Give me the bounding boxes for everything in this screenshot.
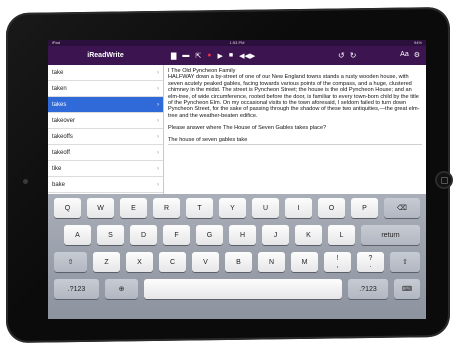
key-o[interactable]: O [318, 198, 345, 218]
key-z[interactable]: Z [93, 252, 120, 272]
key-u[interactable]: U [252, 198, 279, 218]
chevron-right-icon: › [157, 117, 159, 124]
key-v[interactable]: V [192, 252, 219, 272]
document-text-area[interactable]: I The Old Pyncheon Family HALFWAY down a… [164, 65, 426, 194]
chevron-right-icon: › [157, 85, 159, 92]
play-icon[interactable]: ▶ [218, 52, 223, 60]
backspace-key[interactable]: ⌫ [384, 198, 420, 218]
main-content: take › taken › takes › takeover › takeoffs › … [48, 65, 426, 194]
key-c[interactable]: C [159, 252, 186, 272]
list-item[interactable]: bake › [48, 177, 163, 193]
key-l[interactable]: L [328, 225, 355, 245]
globe-icon: ⊕ [118, 286, 125, 293]
key-question-label: ? [368, 255, 373, 262]
return-key[interactable]: return [361, 225, 420, 245]
share-icon[interactable]: ⇱ [195, 52, 201, 60]
key-h[interactable]: H [229, 225, 256, 245]
key-p[interactable]: P [351, 198, 378, 218]
rewind-forward-icon[interactable]: ◀◀▶ [239, 52, 255, 60]
list-item[interactable]: takeoff › [48, 145, 163, 161]
record-icon[interactable]: ● [207, 52, 211, 59]
stop-icon[interactable]: ■ [229, 52, 233, 59]
key-w[interactable]: W [87, 198, 114, 218]
folder-icon[interactable]: ▬ [182, 52, 189, 59]
word-prediction-list: take › taken › takes › takeover › takeoffs › … [48, 65, 164, 194]
key-a[interactable]: A [64, 225, 91, 245]
toolbar-tools: ▇ ▬ ⇱ ● ▶ ■ ◀◀▶ [171, 52, 255, 60]
list-item-label: taken [52, 85, 67, 92]
key-exclaim-comma[interactable]: !, [324, 252, 351, 272]
key-d[interactable]: D [130, 225, 157, 245]
globe-key[interactable]: ⊕ [105, 279, 138, 299]
list-item[interactable]: tike › [48, 161, 163, 177]
key-j[interactable]: J [262, 225, 289, 245]
list-item-label: takeoffs [52, 133, 73, 140]
shift-icon: ⇧ [402, 259, 408, 266]
key-comma-label: , [336, 262, 339, 269]
key-x[interactable]: X [126, 252, 153, 272]
key-r[interactable]: R [153, 198, 180, 218]
list-item[interactable]: take › [48, 65, 163, 81]
key-n[interactable]: N [258, 252, 285, 272]
undo-icon[interactable]: ↺ [338, 51, 345, 60]
backspace-icon: ⌫ [397, 205, 407, 212]
chevron-right-icon: › [157, 69, 159, 76]
settings-icon[interactable]: ⚙ [414, 51, 420, 59]
key-t[interactable]: T [186, 198, 213, 218]
shift-key-left[interactable]: ⇧ [54, 252, 87, 272]
dismiss-keyboard-key[interactable]: ⌨ [394, 279, 420, 299]
numbers-key-left[interactable]: .?123 [54, 279, 99, 299]
space-bar[interactable] [144, 279, 342, 299]
shift-icon: ⇧ [67, 259, 74, 266]
home-button[interactable] [435, 171, 453, 189]
list-item-label: tike [52, 165, 62, 172]
key-b[interactable]: B [225, 252, 252, 272]
key-i[interactable]: I [285, 198, 312, 218]
key-exclaim-label: ! [336, 255, 339, 262]
keyboard-icon: ⌨ [401, 286, 413, 293]
app-toolbar: iReadWrite ▇ ▬ ⇱ ● ▶ ■ ◀◀▶ ↺ ↻ Aa ⚙ [48, 46, 426, 65]
key-g[interactable]: G [196, 225, 223, 245]
key-f[interactable]: F [163, 225, 190, 245]
chevron-right-icon: › [157, 101, 159, 108]
question-text: Please answer where The House of Seven G… [168, 125, 327, 132]
list-item-label: takeover [52, 117, 76, 124]
chevron-right-icon: › [157, 133, 159, 140]
numbers-key-right[interactable]: .?123 [348, 279, 388, 299]
key-k[interactable]: K [295, 225, 322, 245]
redo-icon[interactable]: ↻ [350, 51, 357, 60]
font-size-button[interactable]: Aa [400, 51, 409, 59]
key-e[interactable]: E [120, 198, 147, 218]
on-screen-keyboard: Q W E R T Y U I O P ⌫ A S D F G H J K L … [48, 194, 426, 319]
shift-key-right[interactable]: ⇧ [390, 252, 420, 272]
list-item-label: takes [52, 101, 67, 108]
list-item[interactable]: takeover › [48, 113, 163, 129]
key-q[interactable]: Q [54, 198, 81, 218]
chevron-right-icon: › [157, 149, 159, 156]
key-s[interactable]: S [97, 225, 124, 245]
toolbar-right: Aa ⚙ [400, 51, 420, 59]
document-icon[interactable]: ▇ [171, 52, 176, 60]
key-m[interactable]: M [291, 252, 318, 272]
list-item-label: take [52, 69, 64, 76]
chevron-right-icon: › [157, 165, 159, 172]
camera-dot [23, 179, 28, 184]
answer-field[interactable]: The house of seven gables take [168, 137, 422, 146]
list-item-label: bake [52, 181, 66, 188]
ipad-screen: iPad 1:53 PM 94% iReadWrite ▇ ▬ ⇱ ● ▶ ■ … [48, 40, 426, 319]
chevron-right-icon: › [157, 181, 159, 188]
list-item[interactable]: takeoffs › [48, 129, 163, 145]
list-item-label: takeoff [52, 149, 70, 156]
undo-redo: ↺ ↻ [338, 51, 356, 60]
list-item-selected[interactable]: takes › [48, 97, 163, 113]
key-y[interactable]: Y [219, 198, 246, 218]
list-item[interactable]: taken › [48, 81, 163, 97]
key-period-label: . [369, 262, 372, 269]
key-question-period[interactable]: ?. [357, 252, 384, 272]
document-body: HALFWAY down a by-street of one of our N… [168, 74, 420, 119]
app-title: iReadWrite [87, 52, 124, 59]
